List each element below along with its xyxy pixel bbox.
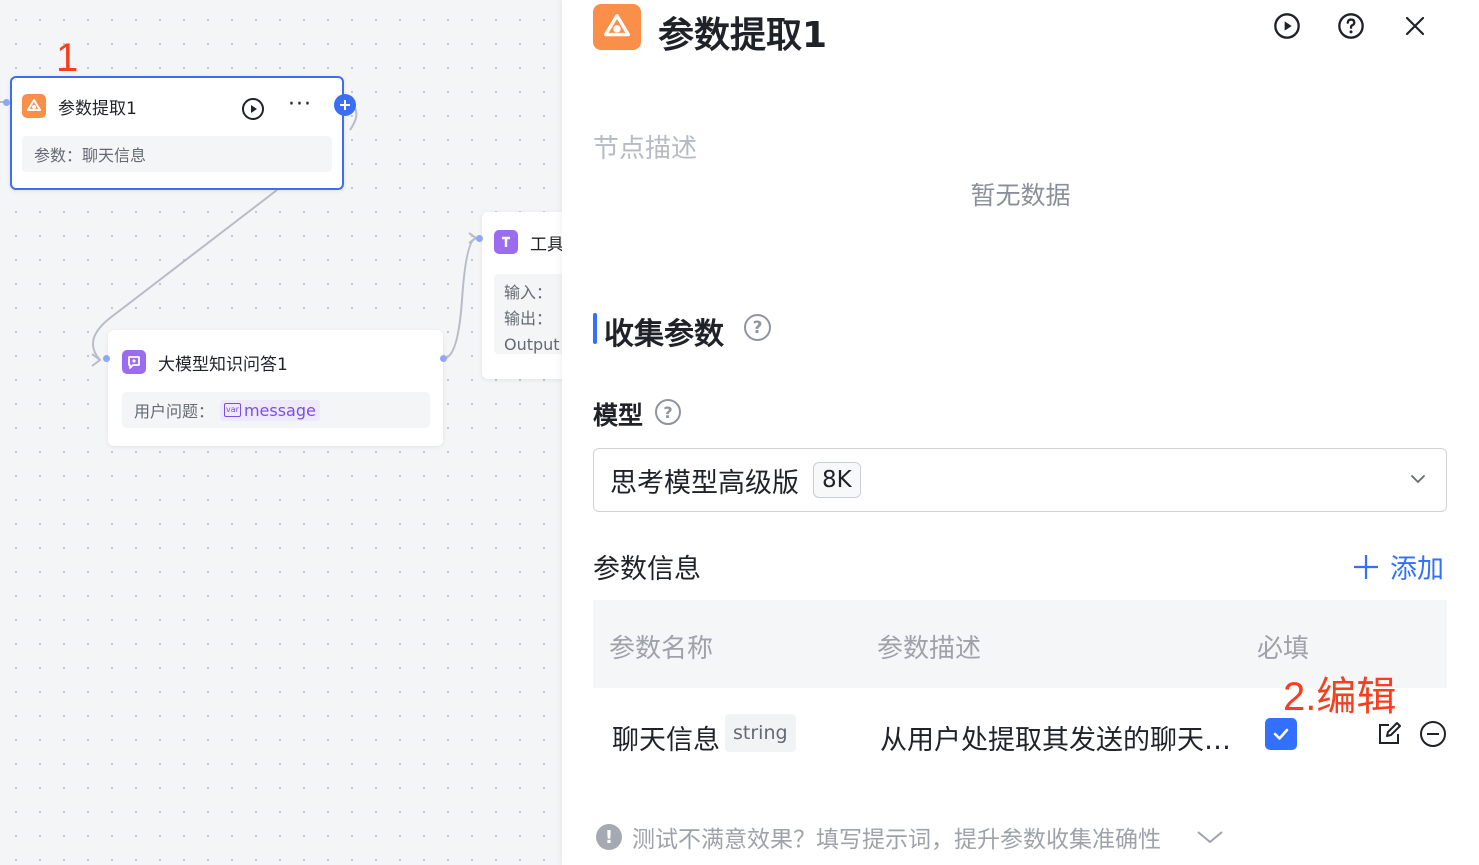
plus-icon (340, 100, 350, 110)
output-label: 输出： (504, 309, 553, 328)
param-type-tag: string (725, 714, 796, 752)
node-header: 大模型知识问答1 (122, 348, 288, 376)
model-select[interactable]: 思考模型高级版 8K (593, 448, 1447, 512)
more-button[interactable]: ··· (288, 92, 312, 117)
variable-name: message (243, 400, 316, 420)
add-next-node-button[interactable] (334, 94, 356, 116)
edit-icon (1379, 722, 1401, 744)
tool-node-in-port[interactable] (476, 235, 483, 242)
param-name-cell: 聊天信息 (612, 725, 720, 756)
input-label: 输入： (504, 283, 553, 302)
node-config-panel: 参数提取1 节点描述 暂无数据 收集参数 ? 模型 ? 思考模型高级版 8K 参… (562, 0, 1479, 865)
edit-param-button[interactable] (1375, 720, 1403, 748)
param-node-in-port[interactable] (3, 99, 10, 106)
header-param-name: 参数名称 (609, 634, 714, 664)
section-help-icon[interactable]: ? (744, 314, 771, 341)
param-extract-icon (22, 94, 46, 118)
node-title: 参数提取1 (58, 98, 137, 119)
node-tool[interactable]: 工具 输入： 输出： Output (482, 212, 562, 379)
node-title: 工具 (530, 234, 562, 255)
header-required: 必填 (1257, 634, 1310, 664)
remove-param-button[interactable] (1419, 720, 1447, 748)
plus-icon (1354, 554, 1378, 579)
close-button[interactable] (1399, 10, 1431, 42)
edge-llm-to-tool (444, 237, 477, 359)
add-param-label: 添加 (1390, 554, 1444, 585)
model-label: 模型 (593, 401, 644, 430)
node-header: 参数提取1 (22, 92, 137, 120)
arrow-llm-in (91, 353, 102, 367)
param-desc-cell: 从用户处提取其发送的聊天信息 (880, 725, 1242, 756)
workflow-canvas[interactable]: 1 参数提取1 ··· 参数： 聊天信息 大模型知识问答1 用户问题： var … (0, 0, 562, 865)
run-node-button[interactable] (241, 97, 265, 121)
llm-node-out-port[interactable] (440, 355, 447, 362)
node-body: 输入： 输出： Output (494, 274, 562, 354)
context-length-badge: 8K (813, 462, 861, 498)
chevron-down-icon (1411, 475, 1425, 484)
table-row: 聊天信息 string 从用户处提取其发送的聊天信息 (593, 700, 1447, 770)
header-param-desc: 参数描述 (877, 634, 982, 664)
empty-state-text: 暂无数据 (970, 181, 1071, 210)
step-annotation-1: 1 (56, 36, 79, 80)
arrow-tool-in (468, 232, 478, 244)
node-body: 参数： 聊天信息 (22, 136, 332, 172)
param-extract-icon (593, 4, 641, 50)
section-accent-bar (593, 313, 597, 344)
check-icon (1273, 728, 1289, 740)
add-param-button[interactable]: 添加 (1352, 547, 1444, 586)
question-circle-icon (1338, 13, 1364, 39)
panel-title[interactable]: 参数提取1 (658, 6, 827, 58)
chevron-down-icon (1197, 831, 1223, 844)
close-icon (1405, 16, 1425, 36)
play-circle-icon (1274, 13, 1300, 39)
param-value: 聊天信息 (82, 146, 147, 165)
output-value: Output (504, 335, 560, 354)
prompt-tip-toggle[interactable]: ! 测试不满意效果？填写提示词，提升参数收集准确性 (596, 820, 1225, 854)
param-info-label: 参数信息 (593, 554, 701, 585)
param-label: 参数： (34, 146, 83, 165)
llm-node-in-port[interactable] (103, 355, 110, 362)
var-icon: var (224, 403, 241, 417)
llm-qa-icon (122, 350, 146, 374)
tool-icon (494, 230, 518, 254)
exclamation-icon: ! (596, 824, 622, 850)
node-header: 工具 (494, 228, 562, 256)
help-button[interactable] (1335, 10, 1367, 42)
play-circle-icon (242, 98, 264, 120)
run-button[interactable] (1271, 10, 1303, 42)
minus-circle-icon (1420, 721, 1446, 747)
node-body: 用户问题： var message (122, 392, 430, 428)
model-help-icon[interactable]: ? (655, 399, 681, 425)
node-llm-qa[interactable]: 大模型知识问答1 用户问题： var message (108, 330, 443, 446)
section-title: 收集参数 (604, 317, 724, 352)
required-checkbox[interactable] (1265, 718, 1297, 750)
question-label: 用户问题： (134, 402, 215, 421)
tip-text: 测试不满意效果？填写提示词，提升参数收集准确性 (632, 827, 1161, 853)
node-title: 大模型知识问答1 (158, 354, 288, 375)
node-description-input[interactable]: 节点描述 (593, 128, 697, 165)
variable-tag: var message (220, 399, 320, 421)
model-select-value: 思考模型高级版 (610, 467, 799, 499)
node-param-extract[interactable]: 参数提取1 ··· 参数： 聊天信息 (10, 76, 356, 190)
